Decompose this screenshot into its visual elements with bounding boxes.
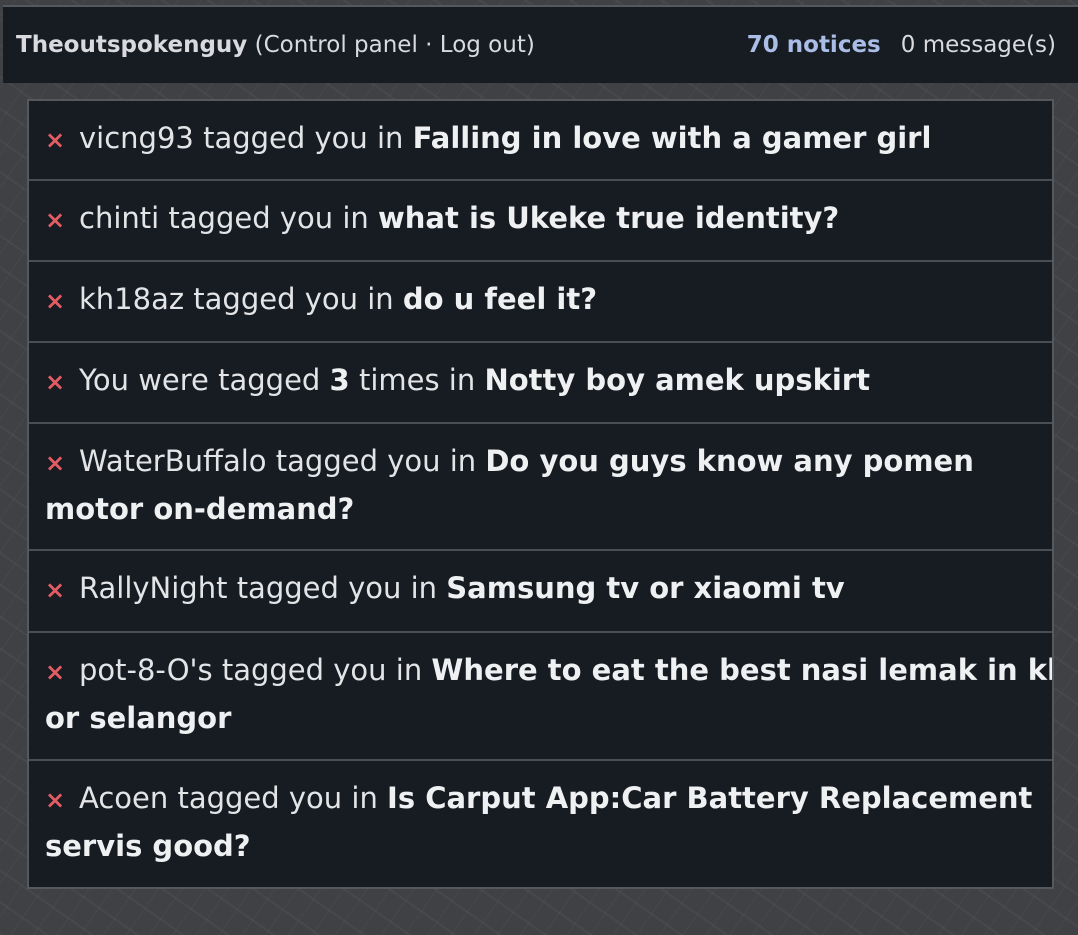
dismiss-icon[interactable]: × <box>45 649 79 695</box>
notification-prefix: vicng93 tagged you in <box>79 121 413 155</box>
notification-item[interactable]: × RallyNight tagged you in Samsung tv or … <box>29 551 1052 631</box>
notification-prefix: chinti tagged you in <box>79 201 378 235</box>
notification-item[interactable]: × pot-8-O's tagged you in Where to eat th… <box>29 633 1052 759</box>
notifications-dropdown: × vicng93 tagged you in Falling in love w… <box>27 99 1054 889</box>
dismiss-icon[interactable]: × <box>45 117 79 163</box>
notification-prefix: WaterBuffalo tagged you in <box>79 444 486 478</box>
thread-title[interactable]: Notty boy amek upskirt <box>484 363 870 397</box>
notices-link[interactable]: 70 notices <box>747 32 881 58</box>
thread-title[interactable]: Samsung tv or xiaomi tv <box>446 571 844 605</box>
thread-title[interactable]: what is Ukeke true identity? <box>378 201 839 235</box>
messages-link[interactable]: 0 message(s) <box>901 32 1056 58</box>
dismiss-icon[interactable]: × <box>45 777 79 823</box>
dismiss-icon[interactable]: × <box>45 567 79 613</box>
counts: 70 notices 0 message(s) <box>747 32 1056 58</box>
separator: · <box>417 32 440 58</box>
notification-item[interactable]: × chinti tagged you in what is Ukeke true… <box>29 181 1052 260</box>
notification-item[interactable]: × vicng93 tagged you in Falling in love w… <box>29 101 1052 179</box>
username-link[interactable]: Theoutspokenguy <box>16 32 247 58</box>
notification-prefix: kh18az tagged you in <box>79 282 403 316</box>
dismiss-icon[interactable]: × <box>45 359 79 405</box>
dismiss-icon[interactable]: × <box>45 440 79 486</box>
notification-prefix-suffix: times in <box>349 363 485 397</box>
notification-prefix: pot-8-O's tagged you in <box>79 653 432 687</box>
control-panel-link[interactable]: Control panel <box>264 32 418 58</box>
notification-item[interactable]: × kh18az tagged you in do u feel it? <box>29 262 1052 341</box>
user-area: Theoutspokenguy (Control panel · Log out… <box>16 32 535 58</box>
dismiss-icon[interactable]: × <box>45 278 79 324</box>
log-out-link[interactable]: Log out <box>440 32 526 58</box>
notification-item[interactable]: × WaterBuffalo tagged you in Do you guys … <box>29 424 1052 549</box>
paren-close: ) <box>525 32 535 58</box>
notification-prefix: RallyNight tagged you in <box>79 571 447 605</box>
notification-prefix: Acoen tagged you in <box>79 781 388 815</box>
tag-count: 3 <box>329 363 350 397</box>
notification-item[interactable]: × Acoen tagged you in Is Carput App:Car B… <box>29 761 1052 887</box>
thread-title[interactable]: Falling in love with a gamer girl <box>413 121 932 155</box>
dismiss-icon[interactable]: × <box>45 197 79 243</box>
notification-prefix: You were tagged <box>79 363 330 397</box>
thread-title[interactable]: do u feel it? <box>403 282 597 316</box>
paren-open: ( <box>247 32 264 58</box>
top-bar: Theoutspokenguy (Control panel · Log out… <box>3 5 1078 83</box>
notification-item[interactable]: × You were tagged 3 times in Notty boy am… <box>29 343 1052 422</box>
